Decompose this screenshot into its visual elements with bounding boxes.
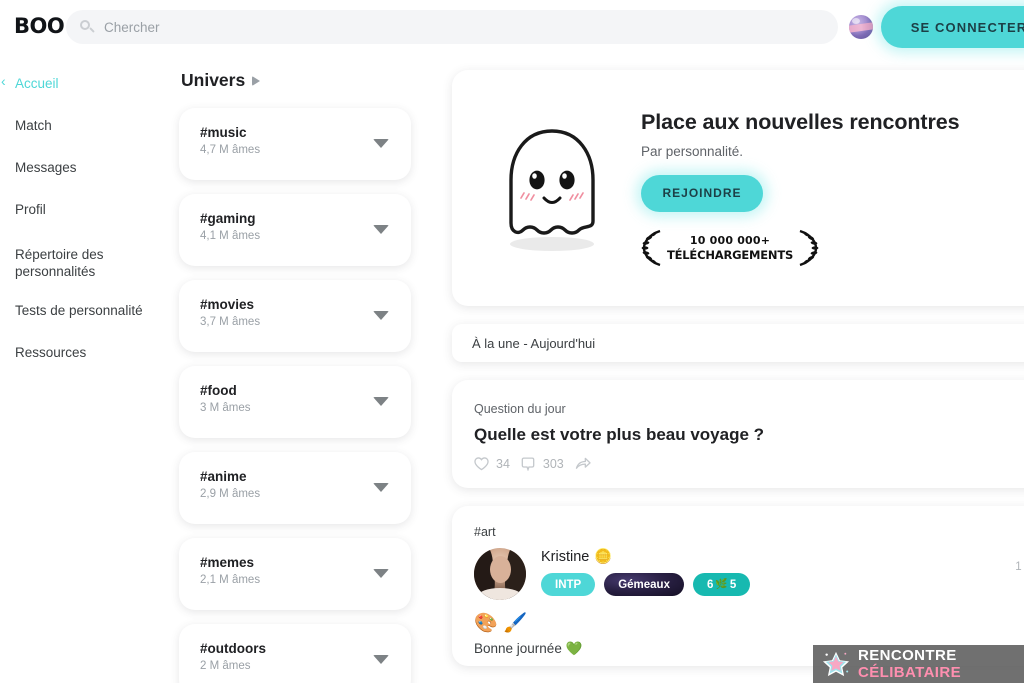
sidebar-item-tests[interactable]: Tests de personnalité [0,302,170,319]
search-bar[interactable] [66,10,838,44]
post-username[interactable]: Kristine [541,549,589,565]
watermark-text-secondary: CÉLIBATAIRE [858,664,962,681]
app-root: BOO SE CONNECTER Accueil Match Messages … [0,0,1024,683]
post-timestamp: 1 jour [1015,561,1024,573]
univers-card[interactable]: #gaming 4,1 M âmes [179,194,411,266]
univers-card[interactable]: #movies 3,7 M âmes [179,280,411,352]
sidebar-item-accueil[interactable]: Accueil [0,73,170,92]
like-count: 34 [496,457,510,471]
univers-card[interactable]: #music 4,7 M âmes [179,108,411,180]
app-logo[interactable]: BOO [14,14,65,38]
feed-post-card[interactable]: #art Kristine 🪙 INTP Gémeaux 6 🌿 5 🎨 🖌️ … [452,506,1024,666]
laurel-wreath-icon [641,229,661,266]
enneagram-primary: 6 [706,578,714,591]
post-emoji-line: 🎨 🖌️ [474,612,528,634]
univers-card-name: #movies [200,297,255,312]
univers-column: Univers #music 4,7 M âmes #gaming 4,1 M … [179,70,429,683]
sidebar-item-ressources[interactable]: Ressources [0,344,170,361]
share-arrow-icon[interactable] [575,457,591,471]
feed-filter-label: À la une - Aujourd'hui [472,335,596,351]
globe-avatar-icon[interactable] [849,15,873,39]
triangle-down-icon[interactable] [373,311,389,320]
play-triangle-icon[interactable] [252,76,261,86]
univers-card[interactable]: #memes 2,1 M âmes [179,538,411,610]
post-badges: INTP Gémeaux 6 🌿 5 [541,573,751,596]
univers-card[interactable]: #anime 2,9 M âmes [179,452,411,524]
post-author-info: Kristine 🪙 INTP Gémeaux 6 🌿 5 [526,548,751,600]
status-badge-enneagram[interactable]: 6 🌿 5 [692,573,751,596]
post-username-row: Kristine 🪙 [541,548,750,566]
univers-card-name: #gaming [200,211,256,226]
coin-emoji-icon: 🪙 [594,549,613,565]
downloads-label: TÉLÉCHARGEMENTS [667,247,794,262]
post-author-row: Kristine 🪙 INTP Gémeaux 6 🌿 5 [474,548,1024,600]
hero-title: Place aux nouvelles rencontres [641,109,960,134]
sidebar-item-label: Accueil [15,76,59,91]
ghost-mascot-icon [452,122,627,254]
univers-card-name: #music [200,125,247,140]
status-badge-zodiac[interactable]: Gémeaux [604,573,684,596]
user-avatar-photo[interactable] [474,548,526,600]
univers-card-name: #memes [200,555,255,570]
question-kicker: Question du jour [474,402,566,416]
comment-bubble-icon[interactable] [521,457,536,472]
triangle-down-icon[interactable] [373,139,389,148]
join-button[interactable]: REJOINDRE [641,174,763,212]
univers-title: Univers [181,70,246,90]
sidebar-item-label: Match [15,118,52,133]
feed-filter-select[interactable]: À la une - Aujourd'hui [452,324,1024,362]
sidebar-item-profil[interactable]: Profil [0,201,170,218]
watermark-text-primary: RENCONTRE [858,647,957,664]
sidebar-item-label: Répertoire des personnalités [15,247,104,279]
search-input[interactable] [104,19,838,35]
heart-icon[interactable] [474,457,489,471]
univers-card-name: #outdoors [200,641,266,656]
star-logo-icon [822,650,850,678]
comment-count: 303 [542,457,564,471]
univers-header[interactable]: Univers [179,70,429,91]
triangle-down-icon[interactable] [373,397,389,406]
login-button[interactable]: SE CONNECTER [881,6,1024,48]
hero-text-block: Place aux nouvelles rencontres Par perso… [627,109,960,267]
sidebar-item-label: Tests de personnalité [15,303,143,318]
hero-subtitle: Par personnalité. [641,143,744,159]
question-title: Quelle est votre plus beau voyage ? [474,425,765,444]
hero-banner: Place aux nouvelles rencontres Par perso… [452,70,1024,306]
downloads-count: 10 000 000+ [689,233,771,247]
sidebar-item-match[interactable]: Match [0,117,170,134]
univers-card[interactable]: #food 3 M âmes [179,366,411,438]
univers-card-name: #food [200,383,237,398]
triangle-down-icon[interactable] [373,225,389,234]
downloads-badge: 10 000 000+ TÉLÉCHARGEMENTS [641,229,959,267]
enneagram-wing: 5 [729,578,737,591]
sidebar-item-label: Profil [15,202,46,217]
question-metrics: 34 303 [474,457,1024,472]
search-icon [80,19,95,35]
sidebar-item-repertoire[interactable]: Répertoire des personnalités [0,246,120,280]
univers-card-name: #anime [200,469,247,484]
post-tag[interactable]: #art [474,525,1024,539]
feed-column: Place aux nouvelles rencontres Par perso… [452,70,1024,666]
univers-card[interactable]: #outdoors 2 M âmes [179,624,411,683]
top-bar: BOO SE CONNECTER [0,0,1024,53]
sidebar-item-label: Ressources [15,345,87,360]
question-of-the-day-card[interactable]: Question du jour Quelle est votre plus b… [452,380,1024,488]
sidebar-nav: Accueil Match Messages Profil Répertoire… [0,62,170,361]
watermark-overlay: RENCONTRE CÉLIBATAIRE [813,645,1024,683]
laurel-wreath-icon [799,229,819,266]
sidebar-item-label: Messages [15,160,77,175]
triangle-down-icon[interactable] [373,569,389,578]
triangle-down-icon[interactable] [373,483,389,492]
sidebar-item-messages[interactable]: Messages [0,159,170,176]
triangle-down-icon[interactable] [373,655,389,664]
status-badge-mbti[interactable]: INTP [541,573,596,596]
leaf-icon: 🌿 [715,579,728,590]
